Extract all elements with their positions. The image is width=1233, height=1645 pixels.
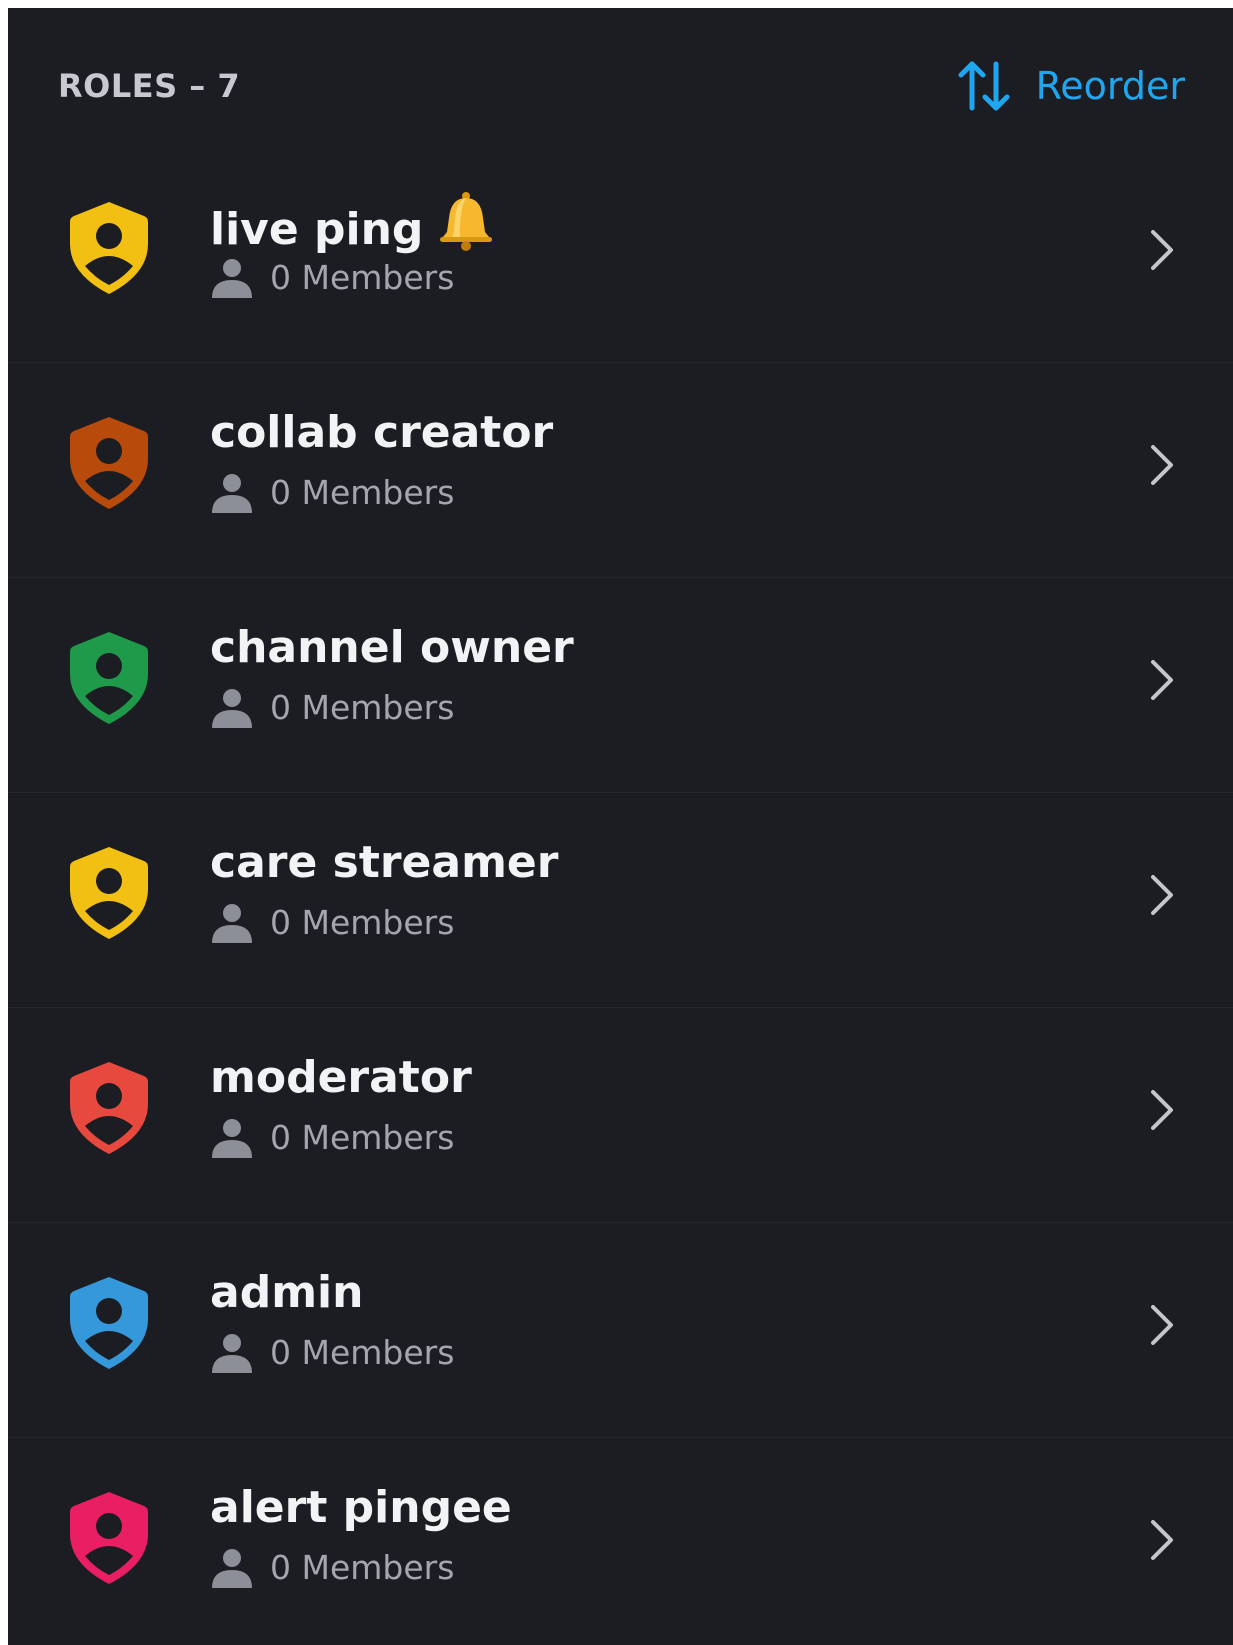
member-count-line: 0 Members (210, 901, 454, 945)
chevron-right-icon (1151, 660, 1173, 700)
role-shield-icon (70, 1062, 148, 1154)
role-row-moderator[interactable]: moderator 0 Members (8, 1008, 1233, 1223)
role-name: channel owner (210, 622, 574, 673)
role-row-care-streamer[interactable]: care streamer 0 Members (8, 793, 1233, 1008)
role-shield-icon (70, 202, 148, 294)
member-count-line: 0 Members (210, 1331, 454, 1375)
reorder-button[interactable]: Reorder (956, 56, 1185, 116)
role-row-admin[interactable]: admin 0 Members (8, 1223, 1233, 1438)
member-count-line: 0 Members (210, 471, 454, 515)
role-name: alert pingee (210, 1482, 512, 1533)
role-list: live ping 0 Members collab creator 0 Mem… (8, 148, 1233, 1645)
member-count-line: 0 Members (210, 1546, 454, 1590)
person-icon (212, 259, 252, 298)
person-icon (212, 1549, 252, 1588)
reorder-label: Reorder (1035, 64, 1185, 108)
roles-panel: ROLES – 7 Reorder live ping 0 Members co… (8, 8, 1233, 1645)
member-count: 0 Members (270, 258, 455, 297)
role-name: moderator (210, 1052, 472, 1103)
member-count: 0 Members (270, 1548, 455, 1587)
roles-header: ROLES – 7 Reorder (8, 8, 1233, 156)
role-shield-icon (70, 847, 148, 939)
member-count-line: 0 Members (210, 256, 454, 300)
chevron-right-icon (1151, 875, 1173, 915)
member-count: 0 Members (270, 473, 455, 512)
role-name: care streamer (210, 837, 559, 888)
member-count-line: 0 Members (210, 1116, 454, 1160)
role-shield-icon (70, 632, 148, 724)
person-icon (212, 689, 252, 728)
bell-emoji-icon (440, 192, 493, 251)
chevron-right-icon (1151, 445, 1173, 485)
person-icon (212, 1119, 252, 1158)
role-name: live ping (210, 190, 497, 258)
chevron-right-icon (1151, 1520, 1173, 1560)
member-count: 0 Members (270, 1333, 455, 1372)
chevron-right-icon (1151, 1090, 1173, 1130)
roles-count-heading: ROLES – 7 (58, 67, 241, 105)
role-name: admin (210, 1267, 364, 1318)
role-shield-icon (70, 1492, 148, 1584)
person-icon (212, 904, 252, 943)
sort-arrows-icon (958, 61, 1010, 111)
role-row-alert-pingee[interactable]: alert pingee 0 Members (8, 1438, 1233, 1645)
chevron-right-icon (1151, 1305, 1173, 1345)
role-row-live-ping[interactable]: live ping 0 Members (8, 148, 1233, 363)
person-icon (212, 474, 252, 513)
role-shield-icon (70, 1277, 148, 1369)
member-count: 0 Members (270, 903, 455, 942)
member-count: 0 Members (270, 688, 455, 727)
role-name-text: live ping (210, 204, 424, 255)
role-name: collab creator (210, 407, 554, 458)
member-count: 0 Members (270, 1118, 455, 1157)
role-row-collab-creator[interactable]: collab creator 0 Members (8, 363, 1233, 578)
person-icon (212, 1334, 252, 1373)
role-shield-icon (70, 417, 148, 509)
role-row-channel-owner[interactable]: channel owner 0 Members (8, 578, 1233, 793)
chevron-right-icon (1151, 230, 1173, 270)
member-count-line: 0 Members (210, 686, 454, 730)
